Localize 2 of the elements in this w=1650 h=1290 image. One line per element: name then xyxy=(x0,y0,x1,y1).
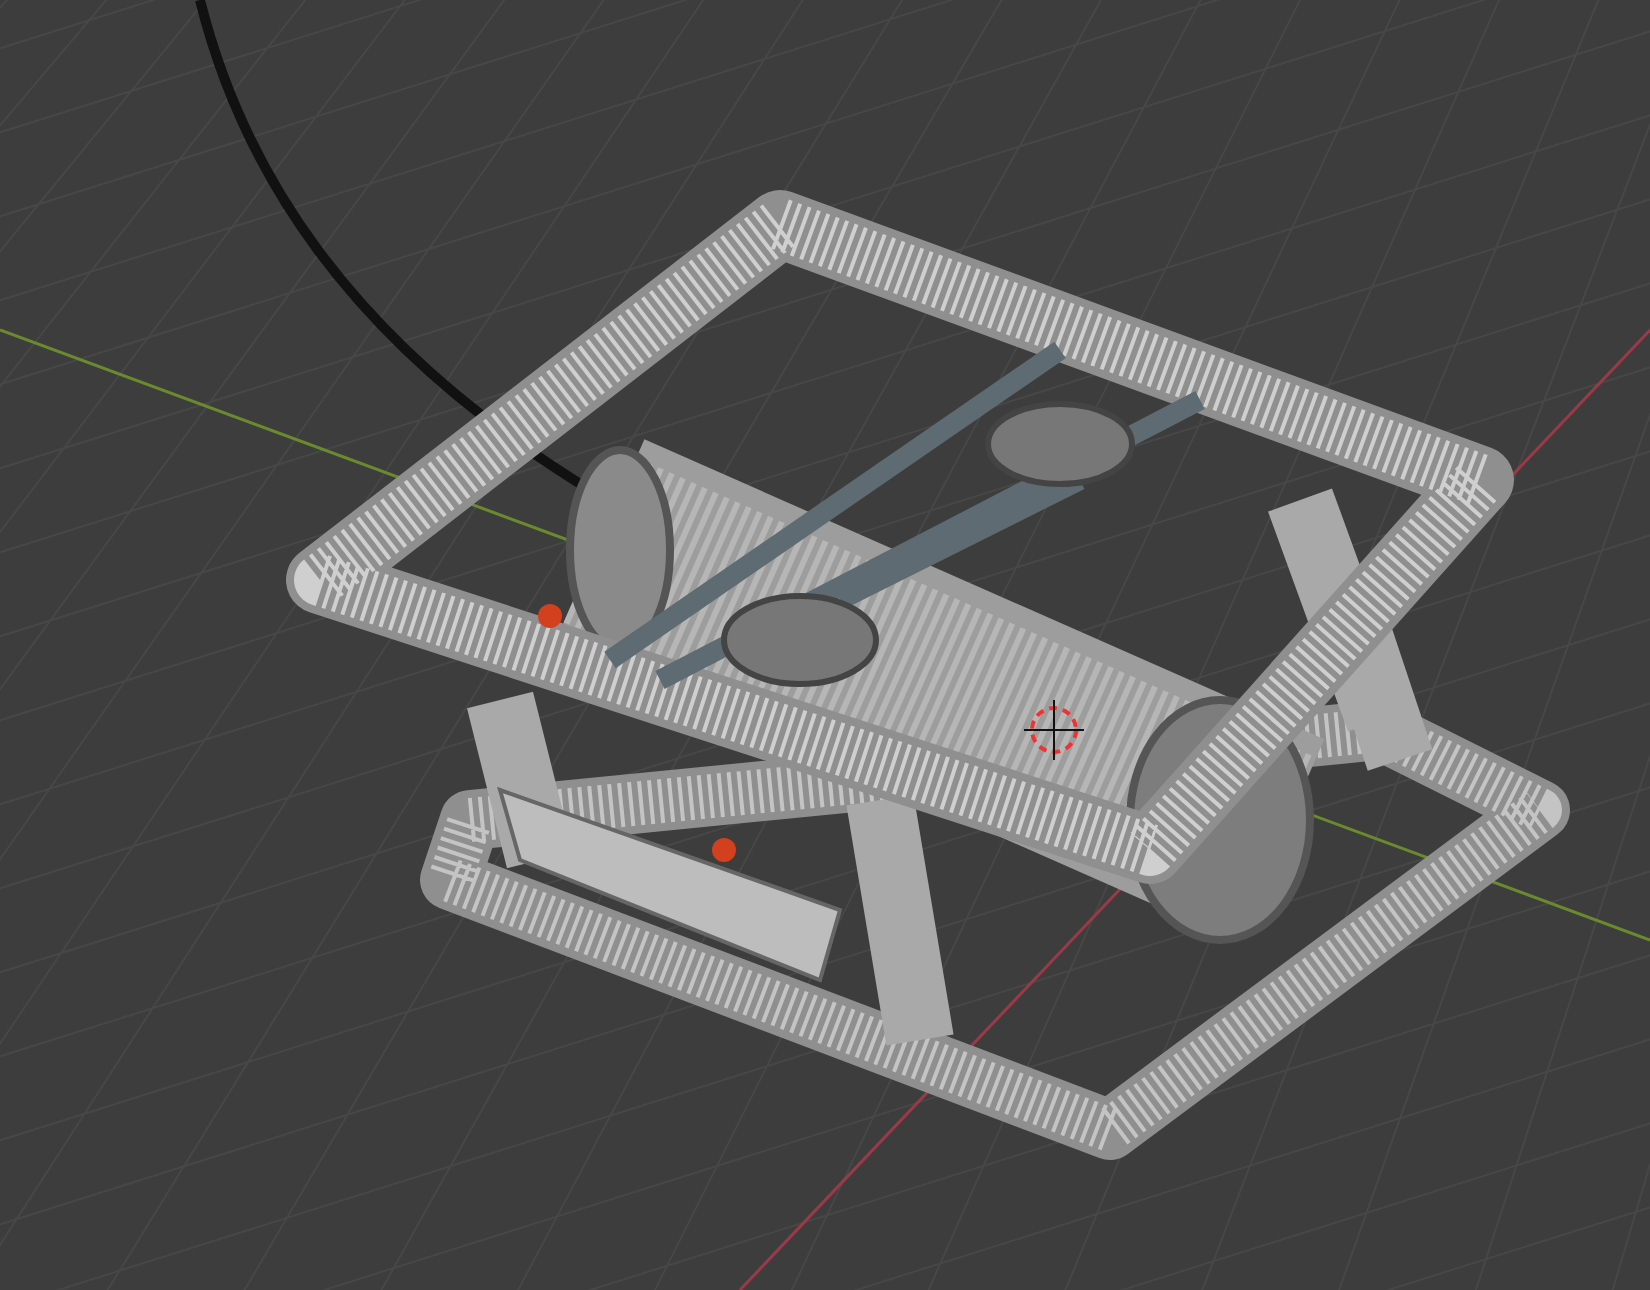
3d-viewport[interactable] xyxy=(0,0,1650,1290)
underwater-robot-drawing[interactable] xyxy=(195,0,1570,1160)
